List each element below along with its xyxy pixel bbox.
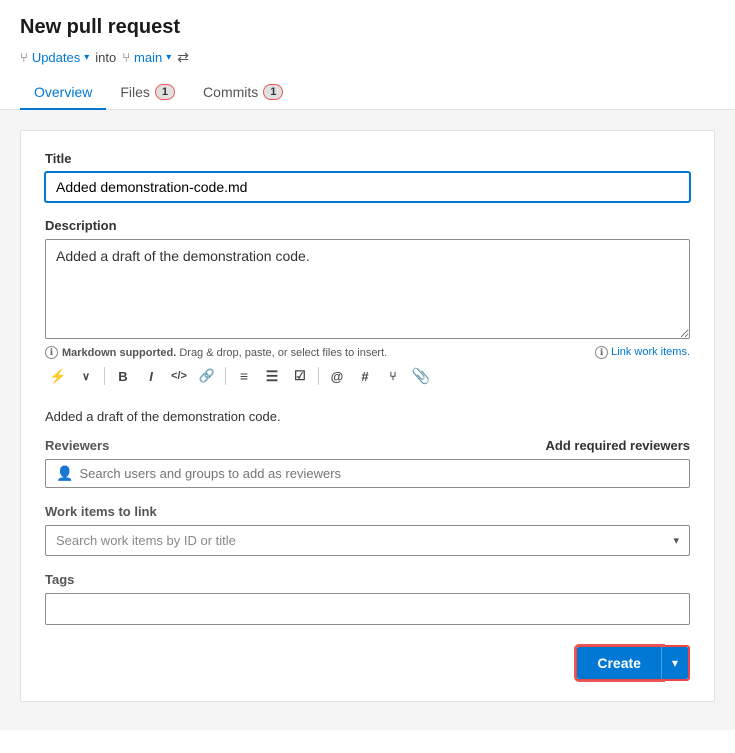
work-items-dropdown-btn[interactable]: Search work items by ID or title ▾ [45,525,690,556]
bottom-bar: Create ▾ [45,645,690,681]
reviewers-header: Reviewers Add required reviewers [45,438,690,453]
tabs-bar: Overview Files 1 Commits 1 [0,76,735,110]
toolbar-sep-2 [225,367,226,385]
toolbar-attach-btn[interactable]: 📎 [408,363,434,389]
toolbar-task-btn[interactable]: ☑ [287,363,313,389]
form-card: Title Description Added a draft of the d… [20,130,715,702]
reviewers-label: Reviewers [45,438,109,453]
toolbar-italic-btn[interactable]: I [138,363,164,389]
target-branch-icon: ⑂ [122,50,130,65]
toolbar-format-btn[interactable]: ⚡ [45,363,71,389]
tab-files-label: Files [120,84,150,100]
into-label: into [95,50,116,65]
create-dropdown-icon: ▾ [672,656,678,670]
description-group: Description Added a draft of the demonst… [45,218,690,393]
description-label: Description [45,218,690,233]
reviewers-search-input[interactable] [79,466,679,481]
create-btn-group-wrapper: Create ▾ [575,645,690,681]
work-items-group: Work items to link Search work items by … [45,504,690,556]
description-textarea[interactable]: Added a draft of the demonstration code. [45,239,690,339]
tab-commits-badge: 1 [263,84,283,100]
markdown-hint: ℹ Markdown supported. Drag & drop, paste… [45,346,690,359]
create-btn-group: Create ▾ [577,647,688,679]
target-branch-name: main [134,50,162,65]
link-work-items-link[interactable]: Link work items. [611,346,690,358]
target-branch-btn[interactable]: ⑂ main ▾ [122,50,171,65]
tab-commits-label: Commits [203,84,258,100]
toolbar-sep-1 [104,367,105,385]
tags-input[interactable] [45,593,690,625]
toolbar-pr-btn[interactable]: ⑂ [380,363,406,389]
toolbar-code-btn[interactable]: </> [166,363,192,389]
source-chevron-icon: ▾ [84,52,89,63]
reviewers-group: Reviewers Add required reviewers 👤 [45,438,690,488]
target-chevron-icon: ▾ [166,52,171,63]
source-branch-btn[interactable]: ⑂ Updates ▾ [20,50,89,65]
work-items-placeholder: Search work items by ID or title [56,533,236,548]
markdown-info-icon: ℹ [45,346,58,359]
tags-label: Tags [45,572,690,587]
work-items-label: Work items to link [45,504,690,519]
create-dropdown-btn[interactable]: ▾ [662,647,688,679]
branch-bar: ⑂ Updates ▾ into ⑂ main ▾ ⇄ [20,49,715,66]
tab-overview[interactable]: Overview [20,76,106,110]
tags-group: Tags [45,572,690,625]
tab-overview-label: Overview [34,84,92,100]
toolbar-bold-btn[interactable]: B [110,363,136,389]
preview-text: Added a draft of the demonstration code. [45,409,690,424]
title-label: Title [45,151,690,166]
toolbar-mention-btn[interactable]: @ [324,363,350,389]
link-info-icon: ℹ [595,346,608,359]
add-required-reviewers-link[interactable]: Add required reviewers [546,438,691,453]
markdown-hint-left: ℹ Markdown supported. Drag & drop, paste… [45,346,387,359]
work-items-chevron-icon: ▾ [673,534,679,547]
reviewer-search-icon: 👤 [56,465,73,482]
tab-files-badge: 1 [155,84,175,100]
title-input[interactable] [45,172,690,202]
toolbar: ⚡ ∨ B I </> 🔗 ≡ ☰ ☑ @ # ⑂ 📎 [45,359,690,393]
toolbar-more-btn[interactable]: ∨ [73,363,99,389]
main-content: Title Description Added a draft of the d… [0,110,735,730]
swap-branches-icon[interactable]: ⇄ [177,49,189,66]
toolbar-ol-btn[interactable]: ≡ [231,363,257,389]
toolbar-sep-3 [318,367,319,385]
tab-commits[interactable]: Commits 1 [189,76,297,110]
link-work-items-hint: ℹ Link work items. [595,346,690,359]
page-title: New pull request [20,16,715,39]
tab-files[interactable]: Files 1 [106,76,189,110]
markdown-supported-text: Markdown supported. Drag & drop, paste, … [62,347,387,359]
toolbar-heading-btn[interactable]: # [352,363,378,389]
title-group: Title [45,151,690,202]
source-branch-icon: ⑂ [20,50,28,65]
create-button[interactable]: Create [577,647,662,679]
toolbar-link-btn[interactable]: 🔗 [194,363,220,389]
reviewers-search-wrapper: 👤 [45,459,690,488]
work-items-dropdown-wrapper: Search work items by ID or title ▾ [45,525,690,556]
source-branch-name: Updates [32,50,80,65]
page-header: New pull request ⑂ Updates ▾ into ⑂ main… [0,0,735,66]
toolbar-ul-btn[interactable]: ☰ [259,363,285,389]
